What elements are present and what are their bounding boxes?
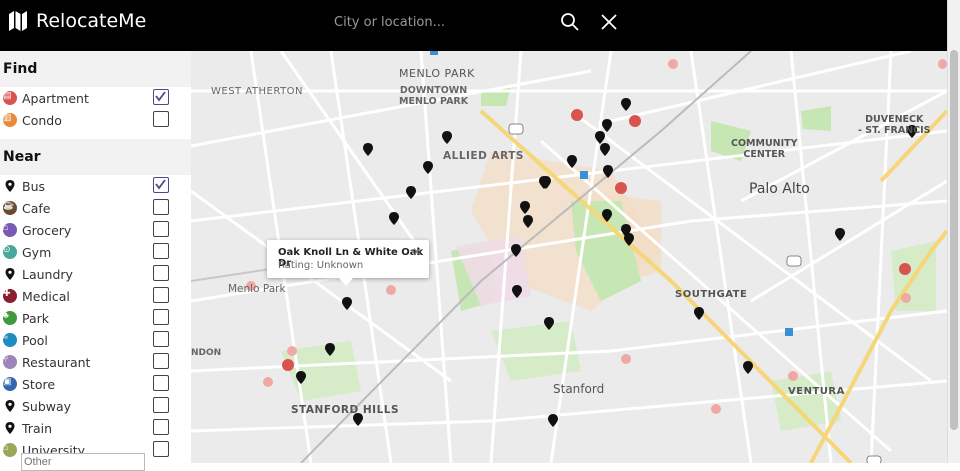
near-item-grocery[interactable]: ⌂ Grocery [0,219,191,241]
pool-icon: ≈ [3,333,17,347]
condo-checkbox[interactable] [153,111,169,127]
map-label-west-atherton: WEST ATHERTON [211,86,304,97]
near-item-label: Gym [22,244,52,260]
map-label-community-center: COMMUNITY CENTER [731,138,798,160]
near-item-store[interactable]: ▣ Store [0,373,191,395]
map-label-menlo-park: MENLO PARK [399,67,475,80]
filter-sidebar: Find ▤ Apartment ▥ Condo Near Bus ☕ Cafe… [0,51,191,463]
apartment-icon: ▤ [3,91,17,105]
laundry-pin-icon [5,268,15,280]
near-item-label: Laundry [22,266,73,282]
store-icon: ▣ [3,377,17,391]
find-heading: Find [0,51,191,87]
subway-pin-icon [5,400,15,412]
near-item-medical[interactable]: ✚ Medical [0,285,191,307]
near-item-gym[interactable]: ⊙ Gym [0,241,191,263]
gym-checkbox[interactable] [153,243,169,259]
bus-pin-icon [5,180,15,192]
map-label-ndon: NDON [191,348,222,358]
medical-checkbox[interactable] [153,287,169,303]
near-item-label: Restaurant [22,354,91,370]
near-item-bus[interactable]: Bus [0,175,191,197]
near-item-label: Grocery [22,222,72,238]
near-item-train[interactable]: Train [0,417,191,439]
gym-icon: ⊙ [3,245,17,259]
near-item-restaurant[interactable]: ⑂ Restaurant [0,351,191,373]
page-scrollbar-thumb[interactable] [950,50,958,430]
subway-checkbox[interactable] [153,397,169,413]
map-label-southgate: SOUTHGATE [675,289,748,300]
near-item-park[interactable]: ♣ Park [0,307,191,329]
map-label-ventura: VENTURA [788,386,845,397]
other-input[interactable] [21,453,145,471]
park-icon: ♣ [3,311,17,325]
search-input[interactable] [332,10,546,34]
near-item-label: Store [22,376,56,392]
map-label-palo-alto: Palo Alto [749,181,810,197]
train-pin-icon [5,422,15,434]
brand[interactable]: RelocateMe [9,10,146,32]
find-item-condo[interactable]: ▥ Condo [0,109,191,131]
store-checkbox[interactable] [153,375,169,391]
near-item-label: Cafe [22,200,51,216]
train-checkbox[interactable] [153,419,169,435]
page-scrollbar[interactable] [947,0,960,463]
map-label-duveneck: DUVENECK - ST. FRANCIS [858,114,931,136]
map-label-allied-arts: ALLIED ARTS [443,150,524,162]
close-icon[interactable] [599,12,619,32]
near-item-label: Park [22,310,50,326]
park-checkbox[interactable] [153,309,169,325]
near-item-pool[interactable]: ≈ Pool [0,329,191,351]
cafe-icon: ☕ [3,201,17,215]
near-item-label: Bus [22,178,46,194]
popup-rating: Rating: Unknown [278,260,364,271]
grocery-checkbox[interactable] [153,221,169,237]
medical-icon: ✚ [3,289,17,303]
bus-checkbox[interactable] [153,177,169,193]
restaurant-icon: ⑂ [3,355,17,369]
find-item-apartment[interactable]: ▤ Apartment [0,87,191,109]
pool-checkbox[interactable] [153,331,169,347]
map-popup: Oak Knoll Ln & White Oak Dr Rating: Unkn… [267,240,429,286]
restaurant-checkbox[interactable] [153,353,169,369]
near-item-label: Pool [22,332,48,348]
near-item-subway[interactable]: Subway [0,395,191,417]
map-label-stanford-hills: STANFORD HILLS [291,404,400,416]
near-item-laundry[interactable]: Laundry [0,263,191,285]
map-label-downtown: DOWNTOWN MENLO PARK [399,85,469,107]
apartment-checkbox[interactable] [153,89,169,105]
near-item-cafe[interactable]: ☕ Cafe [0,197,191,219]
app-name: RelocateMe [36,10,147,32]
map-logo-icon [9,11,27,31]
find-item-label: Condo [22,112,62,128]
university-icon: ⌂ [3,443,17,457]
search-icon[interactable] [560,12,580,32]
popup-close-button[interactable]: ✕ [412,245,422,259]
near-item-label: Train [22,420,52,436]
university-checkbox[interactable] [153,441,169,457]
top-bar: RelocateMe [0,0,947,51]
popup-tail [339,278,353,286]
find-item-label: Apartment [22,90,89,106]
near-heading: Near [0,139,191,175]
map-label-stanford: Stanford [553,382,605,396]
condo-icon: ▥ [3,113,17,127]
near-item-label: Medical [22,288,70,304]
grocery-icon: ⌂ [3,223,17,237]
cafe-checkbox[interactable] [153,199,169,215]
laundry-checkbox[interactable] [153,265,169,281]
near-item-label: Subway [22,398,72,414]
map-label-menlo-park-small: Menlo Park [228,283,286,295]
